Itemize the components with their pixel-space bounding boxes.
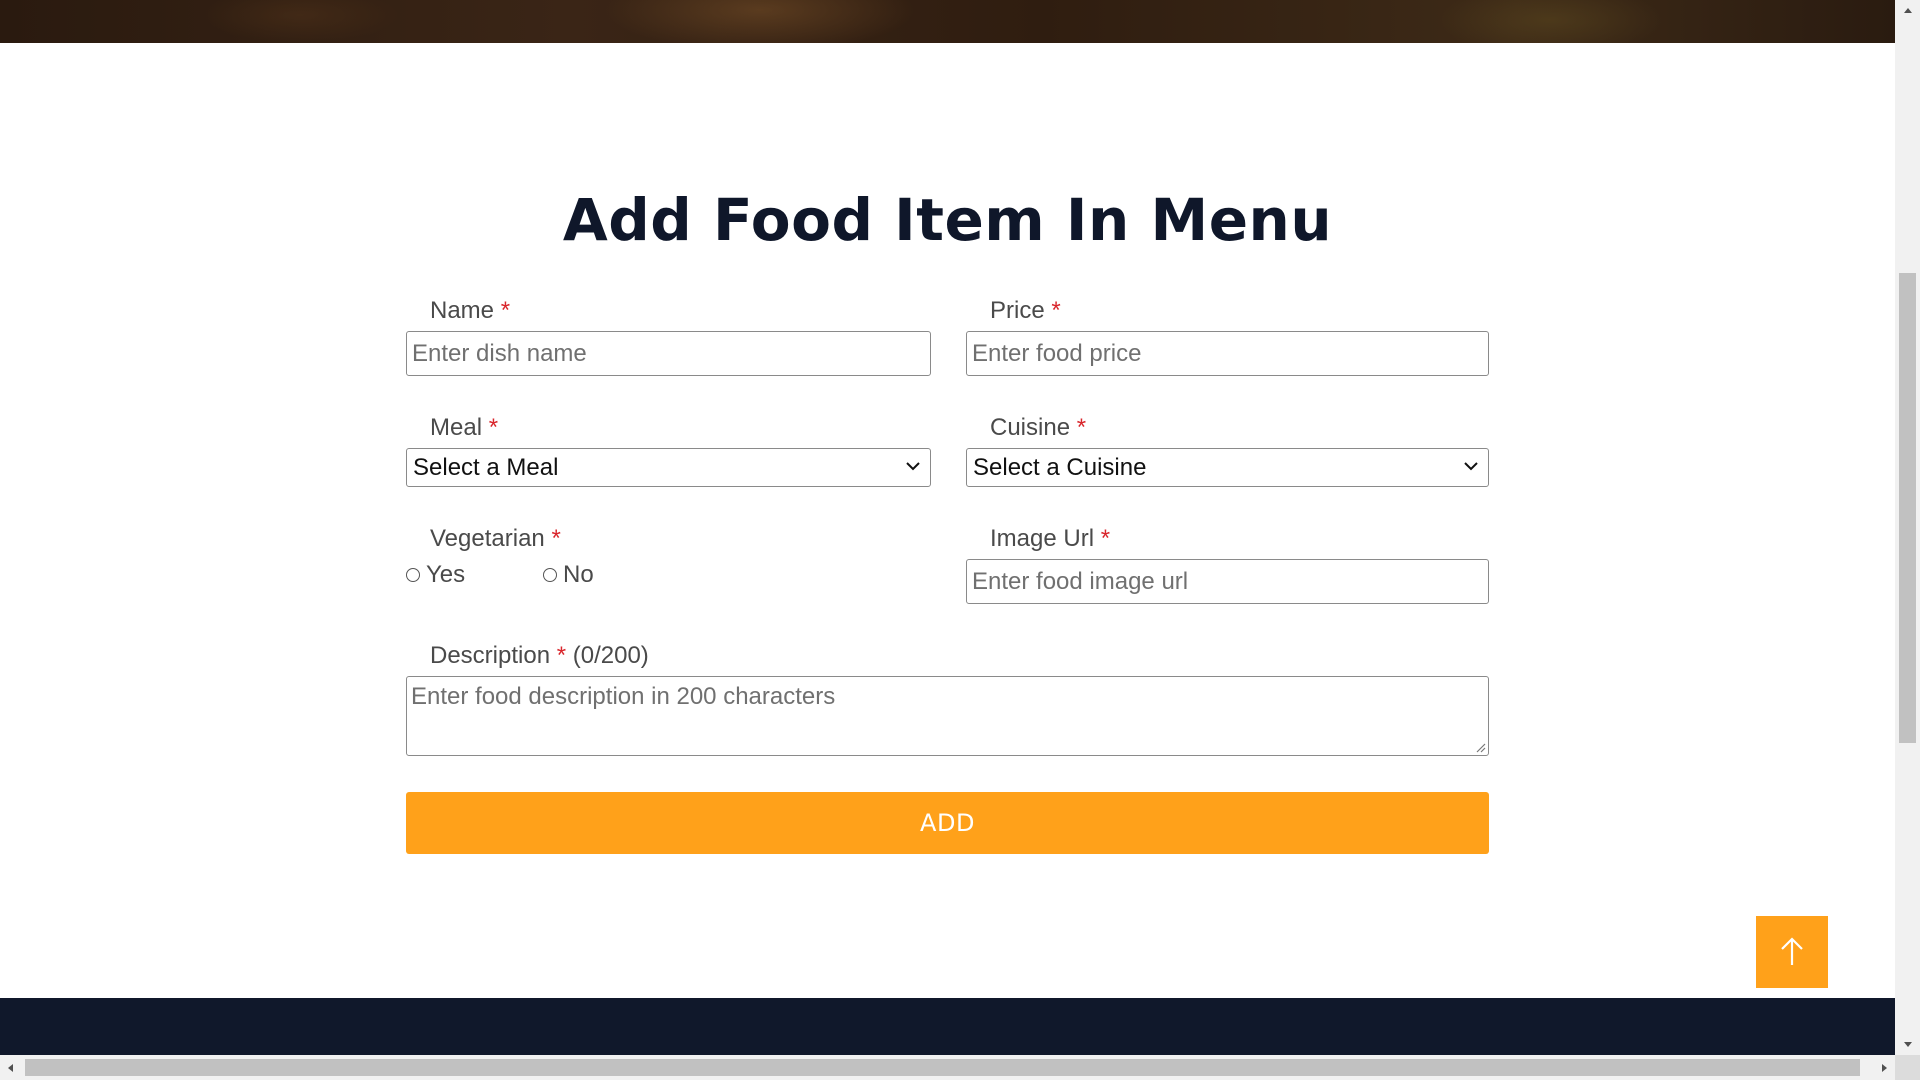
resize-grip-icon[interactable] <box>1474 741 1486 753</box>
chevron-down-icon <box>906 462 920 471</box>
radio-button-yes[interactable] <box>406 568 420 582</box>
radio-label-yes: Yes <box>426 561 466 588</box>
price-label-text: Price <box>990 297 1045 324</box>
cuisine-select[interactable]: Select a Cuisine <box>966 448 1489 487</box>
hero-banner-image <box>0 0 1895 43</box>
chevron-down-icon <box>1464 462 1478 471</box>
arrow-up-icon <box>1781 937 1803 965</box>
name-label: Name * <box>430 297 510 325</box>
cuisine-label-text: Cuisine <box>990 414 1071 441</box>
required-asterisk: * <box>488 414 499 441</box>
radio-label-no: No <box>563 561 594 588</box>
name-input[interactable] <box>406 331 931 376</box>
description-textarea[interactable] <box>406 676 1489 756</box>
description-char-counter: (0/200) <box>572 642 649 669</box>
image-url-label-text: Image Url <box>990 525 1095 552</box>
scroll-down-arrow-icon[interactable] <box>1895 1035 1920 1055</box>
scroll-left-arrow-icon[interactable] <box>0 1055 20 1080</box>
price-input[interactable] <box>966 331 1489 376</box>
required-asterisk: * <box>551 525 561 552</box>
horizontal-scrollbar[interactable] <box>0 1055 1895 1080</box>
cuisine-label: Cuisine * <box>990 414 1086 442</box>
required-asterisk: * <box>500 297 511 324</box>
vertical-scrollbar[interactable] <box>1895 0 1920 1055</box>
footer <box>0 998 1895 1055</box>
image-url-input[interactable] <box>966 559 1489 604</box>
image-url-label: Image Url * <box>990 525 1110 553</box>
vegetarian-label-text: Vegetarian <box>430 525 545 552</box>
description-label-text: Description <box>430 642 551 669</box>
horizontal-scrollbar-thumb[interactable] <box>25 1059 1860 1076</box>
name-label-text: Name <box>430 297 495 324</box>
meal-label-text: Meal <box>430 414 483 441</box>
required-asterisk: * <box>556 642 567 669</box>
meal-label: Meal * <box>430 414 498 442</box>
scroll-up-arrow-icon[interactable] <box>1895 0 1920 20</box>
description-label: Description * (0/200) <box>430 642 649 670</box>
vegetarian-yes-option[interactable]: Yes <box>406 561 465 589</box>
page-title: Add Food Item In Menu <box>562 186 1333 254</box>
required-asterisk: * <box>1076 414 1087 441</box>
radio-button-no[interactable] <box>543 568 557 582</box>
required-asterisk: * <box>1100 525 1111 552</box>
cuisine-select-value: Select a Cuisine <box>973 454 1147 481</box>
vegetarian-no-option[interactable]: No <box>543 561 594 589</box>
required-asterisk: * <box>1051 297 1061 324</box>
meal-select-value: Select a Meal <box>413 454 559 481</box>
page-viewport: Add Food Item In Menu Name * Price * Mea… <box>0 0 1895 1055</box>
scrollbar-corner <box>1895 1055 1920 1080</box>
meal-select[interactable]: Select a Meal <box>406 448 931 487</box>
add-button[interactable]: ADD <box>406 792 1489 854</box>
price-label: Price * <box>990 297 1061 325</box>
back-to-top-button[interactable] <box>1756 916 1828 988</box>
scroll-right-arrow-icon[interactable] <box>1875 1055 1895 1080</box>
vertical-scrollbar-thumb[interactable] <box>1899 273 1916 743</box>
vegetarian-label: Vegetarian * <box>430 525 561 553</box>
